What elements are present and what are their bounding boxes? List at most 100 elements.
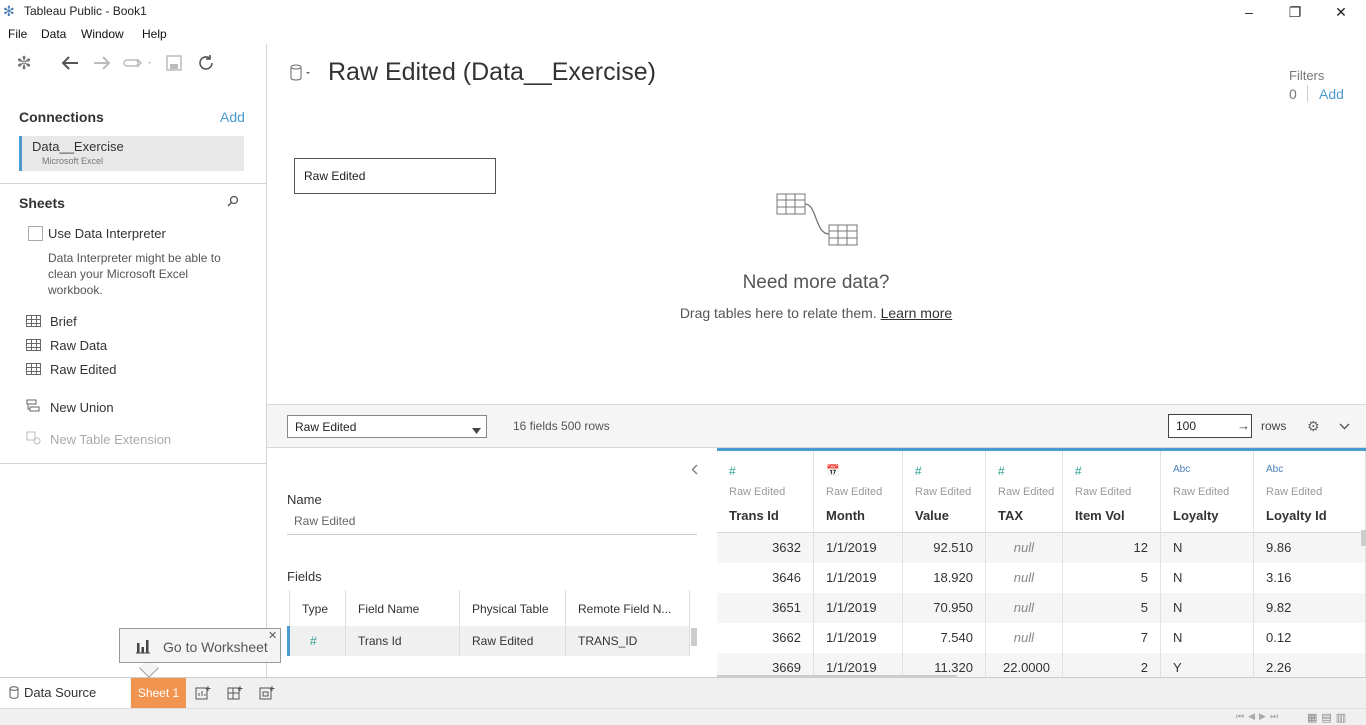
restore-button[interactable]: ❐: [1272, 0, 1318, 24]
grid-cell[interactable]: 3.16: [1254, 563, 1365, 593]
column-header-remote-field[interactable]: Remote Field N...: [566, 590, 690, 626]
grid-cell[interactable]: null: [986, 563, 1062, 593]
grid-cell[interactable]: 3646: [717, 563, 813, 593]
refresh-icon[interactable]: [195, 52, 217, 74]
grid-column-header[interactable]: Abc Raw Edited Loyalty: [1161, 451, 1253, 533]
new-union-item[interactable]: New Union: [26, 398, 114, 416]
data-interpreter-checkbox[interactable]: [28, 226, 43, 241]
grid-cell[interactable]: 2.26: [1254, 653, 1365, 677]
grid-cell[interactable]: null: [986, 623, 1062, 653]
menu-data[interactable]: Data: [41, 27, 66, 41]
menu-window[interactable]: Window: [81, 27, 124, 41]
grid-cell[interactable]: 5: [1063, 593, 1160, 623]
grid-cell[interactable]: N: [1161, 533, 1253, 563]
grid-column-header[interactable]: # Raw Edited Item Vol: [1063, 451, 1160, 533]
chevron-down-icon[interactable]: [1339, 418, 1350, 433]
field-type-icon[interactable]: Abc: [1173, 464, 1190, 475]
grid-cell[interactable]: 7: [1063, 623, 1160, 653]
grid-column-header[interactable]: 📅 Raw Edited Month: [814, 451, 902, 533]
new-worksheet-icon[interactable]: [195, 685, 211, 704]
grid-cell[interactable]: 18.920: [903, 563, 985, 593]
table-name-field[interactable]: Raw Edited: [294, 514, 355, 528]
grid-cell[interactable]: N: [1161, 563, 1253, 593]
grid-column-header[interactable]: # Raw Edited Value: [903, 451, 985, 533]
field-type-icon[interactable]: #: [915, 464, 922, 478]
grid-cell[interactable]: 1/1/2019: [814, 653, 902, 677]
grid-cell[interactable]: 70.950: [903, 593, 985, 623]
grid-cell[interactable]: 0.12: [1254, 623, 1365, 653]
new-dashboard-icon[interactable]: [227, 685, 243, 704]
sheet-item-raw-edited[interactable]: Raw Edited: [26, 360, 116, 378]
tableau-home-icon[interactable]: ✼: [13, 52, 35, 74]
apply-arrow-icon[interactable]: →: [1237, 418, 1250, 433]
grid-cell[interactable]: 5: [1063, 563, 1160, 593]
menu-file[interactable]: File: [8, 27, 27, 41]
learn-more-link[interactable]: Learn more: [881, 305, 953, 321]
grid-cell[interactable]: 3632: [717, 533, 813, 563]
new-table-extension-item[interactable]: New Table Extension: [26, 430, 171, 448]
table-selector-dropdown[interactable]: Raw Edited: [287, 415, 487, 438]
grid-cell[interactable]: 2: [1063, 653, 1160, 677]
grid-column-header[interactable]: # Raw Edited Trans Id: [717, 451, 813, 533]
search-icon[interactable]: [227, 195, 239, 210]
canvas-table-raw-edited[interactable]: Raw Edited: [294, 158, 496, 194]
grid-cell[interactable]: 22.0000: [986, 653, 1062, 677]
undo-icon[interactable]: [59, 52, 81, 74]
field-type-icon[interactable]: 📅: [826, 464, 840, 477]
grid-cell[interactable]: 12: [1063, 533, 1160, 563]
field-type-icon[interactable]: #: [729, 464, 736, 478]
grid-cell[interactable]: N: [1161, 623, 1253, 653]
rows-limit-input[interactable]: 100 →: [1168, 414, 1252, 438]
field-type-icon[interactable]: #: [998, 464, 1005, 478]
minimize-button[interactable]: –: [1226, 0, 1272, 24]
scrollbar-thumb[interactable]: [691, 628, 697, 646]
grid-column-name[interactable]: Loyalty: [1173, 508, 1219, 523]
grid-cell[interactable]: Y: [1161, 653, 1253, 677]
grid-cell[interactable]: null: [986, 593, 1062, 623]
add-connection-link[interactable]: Add: [220, 109, 245, 125]
connection-item[interactable]: Data__Exercise Microsoft Excel: [19, 136, 244, 171]
field-type-number-icon[interactable]: #: [287, 626, 346, 656]
settings-gear-icon[interactable]: ⚙: [1307, 418, 1320, 435]
field-type-icon[interactable]: Abc: [1266, 464, 1283, 475]
grid-cell[interactable]: 11.320: [903, 653, 985, 677]
column-header-type[interactable]: Type: [289, 590, 346, 626]
field-name-cell[interactable]: Trans Id: [346, 626, 460, 656]
grid-cell[interactable]: null: [986, 533, 1062, 563]
grid-cell[interactable]: N: [1161, 593, 1253, 623]
grid-cell[interactable]: 9.86: [1254, 533, 1365, 563]
grid-column-header[interactable]: Abc Raw Edited Loyalty Id: [1254, 451, 1365, 533]
sheet-navigation-icons[interactable]: ⏮◀▶⏭: [1236, 711, 1282, 722]
menu-help[interactable]: Help: [142, 27, 167, 41]
column-header-field-name[interactable]: Field Name: [346, 590, 460, 626]
grid-scrollbar-thumb[interactable]: [1361, 530, 1366, 546]
save-icon[interactable]: [163, 52, 185, 74]
sheet-item-raw-data[interactable]: Raw Data: [26, 336, 107, 354]
grid-column-name[interactable]: TAX: [998, 508, 1023, 523]
grid-cell[interactable]: 1/1/2019: [814, 623, 902, 653]
add-filter-link[interactable]: Add: [1319, 86, 1344, 102]
grid-column-name[interactable]: Trans Id: [729, 508, 779, 523]
datasource-title[interactable]: Raw Edited (Data__Exercise): [328, 58, 656, 87]
grid-column-name[interactable]: Value: [915, 508, 949, 523]
grid-cell[interactable]: 3669: [717, 653, 813, 677]
grid-cell[interactable]: 92.510: [903, 533, 985, 563]
new-story-icon[interactable]: [259, 685, 275, 704]
grid-column-name[interactable]: Month: [826, 508, 865, 523]
replay-icon[interactable]: [121, 52, 155, 74]
grid-cell[interactable]: 3662: [717, 623, 813, 653]
grid-cell[interactable]: 3651: [717, 593, 813, 623]
field-type-icon[interactable]: #: [1075, 464, 1082, 478]
view-toggle-icons[interactable]: ▦▤▥: [1307, 711, 1350, 724]
sheet-item-brief[interactable]: Brief: [26, 312, 77, 330]
grid-cell[interactable]: 1/1/2019: [814, 533, 902, 563]
grid-cell[interactable]: 1/1/2019: [814, 563, 902, 593]
grid-cell[interactable]: 7.540: [903, 623, 985, 653]
collapse-panel-icon[interactable]: [691, 463, 698, 478]
close-icon[interactable]: ✕: [268, 629, 277, 642]
tab-sheet1[interactable]: Sheet 1: [131, 678, 186, 708]
datasource-icon[interactable]: [288, 64, 312, 85]
grid-column-name[interactable]: Item Vol: [1075, 508, 1125, 523]
grid-column-header[interactable]: # Raw Edited TAX: [986, 451, 1062, 533]
redo-icon[interactable]: [91, 52, 113, 74]
